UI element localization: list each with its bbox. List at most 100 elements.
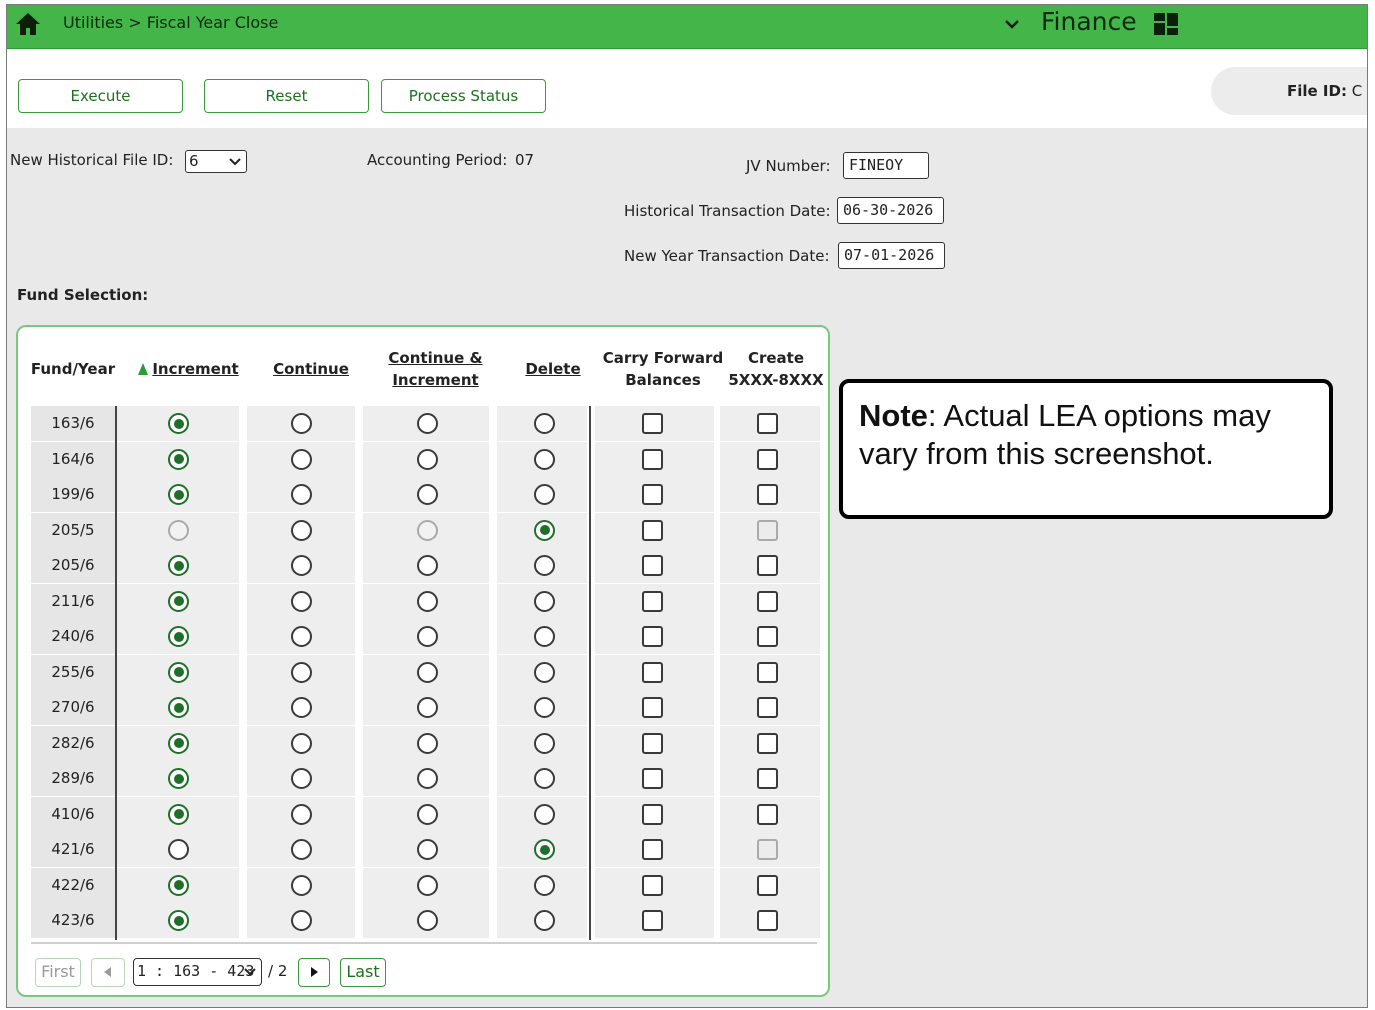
col-header-increment[interactable]: Increment — [126, 358, 251, 380]
create-checkbox[interactable] — [757, 484, 778, 505]
create-checkbox[interactable] — [757, 413, 778, 434]
delete-radio[interactable] — [534, 626, 555, 647]
delete-radio[interactable] — [534, 555, 555, 576]
continue-radio[interactable] — [291, 590, 312, 612]
carry-forward-checkbox[interactable] — [642, 874, 663, 896]
contincr-radio[interactable] — [417, 874, 438, 896]
create-checkbox[interactable] — [757, 839, 778, 860]
carry-forward-checkbox[interactable] — [642, 697, 663, 718]
increment-radio[interactable] — [168, 555, 189, 576]
carry-forward-checkbox[interactable] — [642, 519, 663, 541]
carry-forward-checkbox[interactable] — [642, 661, 663, 683]
hist-file-id-select[interactable]: 6 — [185, 150, 247, 173]
create-checkbox[interactable] — [757, 555, 778, 576]
increment-radio[interactable] — [168, 661, 189, 683]
increment-radio[interactable] — [168, 448, 189, 470]
continue-radio[interactable] — [291, 697, 312, 718]
contincr-radio[interactable] — [417, 484, 438, 505]
create-checkbox[interactable] — [757, 732, 778, 754]
new-year-trans-date-field[interactable]: 07-01-2026 — [838, 242, 945, 269]
col-header-continue[interactable]: Continue — [256, 358, 366, 380]
continue-radio[interactable] — [291, 768, 312, 789]
continue-radio[interactable] — [291, 661, 312, 683]
delete-radio[interactable] — [534, 484, 555, 505]
execute-button[interactable]: Execute — [18, 79, 183, 113]
create-checkbox[interactable] — [757, 874, 778, 896]
continue-radio[interactable] — [291, 519, 312, 541]
delete-radio[interactable] — [534, 839, 555, 860]
contincr-radio[interactable] — [417, 768, 438, 789]
delete-radio[interactable] — [534, 768, 555, 789]
create-checkbox[interactable] — [757, 519, 778, 541]
delete-radio[interactable] — [534, 732, 555, 754]
last-page-button[interactable]: Last — [340, 958, 386, 987]
delete-radio[interactable] — [534, 697, 555, 718]
delete-radio[interactable] — [534, 590, 555, 612]
increment-radio[interactable] — [168, 484, 189, 505]
increment-radio[interactable] — [168, 803, 189, 825]
delete-radio[interactable] — [534, 661, 555, 683]
app-title[interactable]: Finance — [1041, 7, 1137, 36]
contincr-radio[interactable] — [417, 519, 438, 541]
increment-radio[interactable] — [168, 768, 189, 789]
carry-forward-checkbox[interactable] — [642, 732, 663, 754]
carry-forward-checkbox[interactable] — [642, 910, 663, 931]
contincr-radio[interactable] — [417, 910, 438, 931]
carry-forward-checkbox[interactable] — [642, 590, 663, 612]
create-checkbox[interactable] — [757, 626, 778, 647]
continue-radio[interactable] — [291, 448, 312, 470]
increment-radio[interactable] — [168, 519, 189, 541]
process-status-button[interactable]: Process Status — [381, 79, 546, 113]
carry-forward-checkbox[interactable] — [642, 803, 663, 825]
continue-radio[interactable] — [291, 839, 312, 860]
contincr-radio[interactable] — [417, 661, 438, 683]
continue-radio[interactable] — [291, 874, 312, 896]
create-checkbox[interactable] — [757, 590, 778, 612]
breadcrumb[interactable]: Utilities > Fiscal Year Close — [63, 13, 278, 32]
delete-radio[interactable] — [534, 519, 555, 541]
carry-forward-checkbox[interactable] — [642, 413, 663, 434]
increment-radio[interactable] — [168, 839, 189, 860]
page-select[interactable]: 1 : 163 - 423 — [133, 958, 262, 986]
col-header-delete[interactable]: Delete — [508, 358, 598, 380]
carry-forward-checkbox[interactable] — [642, 768, 663, 789]
increment-radio[interactable] — [168, 413, 189, 434]
dashboard-icon[interactable] — [1152, 11, 1180, 37]
delete-radio[interactable] — [534, 448, 555, 470]
create-checkbox[interactable] — [757, 697, 778, 718]
create-checkbox[interactable] — [757, 910, 778, 931]
increment-radio[interactable] — [168, 732, 189, 754]
continue-radio[interactable] — [291, 732, 312, 754]
contincr-radio[interactable] — [417, 732, 438, 754]
increment-radio[interactable] — [168, 590, 189, 612]
delete-radio[interactable] — [534, 874, 555, 896]
increment-radio[interactable] — [168, 697, 189, 718]
reset-button[interactable]: Reset — [204, 79, 369, 113]
contincr-radio[interactable] — [417, 590, 438, 612]
col-header-continue-increment[interactable]: Continue & Increment — [373, 347, 498, 391]
jv-number-field[interactable]: FINEOY — [843, 152, 929, 179]
contincr-radio[interactable] — [417, 413, 438, 434]
increment-radio[interactable] — [168, 626, 189, 647]
delete-radio[interactable] — [534, 413, 555, 434]
continue-radio[interactable] — [291, 555, 312, 576]
increment-radio[interactable] — [168, 874, 189, 896]
delete-radio[interactable] — [534, 910, 555, 931]
create-checkbox[interactable] — [757, 768, 778, 789]
carry-forward-checkbox[interactable] — [642, 448, 663, 470]
continue-radio[interactable] — [291, 910, 312, 931]
carry-forward-checkbox[interactable] — [642, 484, 663, 505]
delete-radio[interactable] — [534, 803, 555, 825]
hist-trans-date-field[interactable]: 06-30-2026 — [837, 197, 944, 224]
continue-radio[interactable] — [291, 626, 312, 647]
continue-radio[interactable] — [291, 803, 312, 825]
increment-radio[interactable] — [168, 910, 189, 931]
contincr-radio[interactable] — [417, 839, 438, 860]
home-icon[interactable] — [14, 11, 42, 37]
chevron-down-icon[interactable] — [1001, 15, 1023, 33]
contincr-radio[interactable] — [417, 448, 438, 470]
carry-forward-checkbox[interactable] — [642, 555, 663, 576]
contincr-radio[interactable] — [417, 697, 438, 718]
carry-forward-checkbox[interactable] — [642, 626, 663, 647]
contincr-radio[interactable] — [417, 803, 438, 825]
